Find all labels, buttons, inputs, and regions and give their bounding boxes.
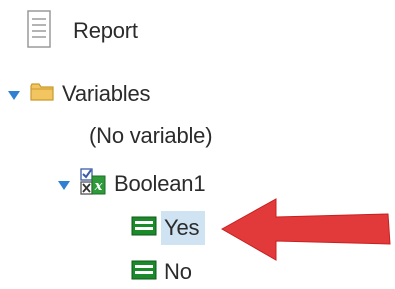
value-icon [131,216,157,241]
tree-node-no-variable[interactable]: (No variable) [89,120,213,152]
tree-node-yes[interactable]: Yes [131,210,206,246]
tree-node-boolean1[interactable]: x Boolean1 [58,166,206,202]
tree-node-label: No [164,259,192,284]
svg-text:x: x [94,179,103,194]
tree-node-report[interactable]: Report [27,9,138,53]
selected-highlight: Yes [161,211,206,245]
red-arrow-icon [218,196,394,269]
expand-arrow-icon[interactable] [8,90,20,100]
boolean-variable-icon: x [80,167,106,201]
tree-node-label: Boolean1 [114,171,206,196]
value-icon [131,260,157,285]
tree-node-label: Variables [62,81,151,106]
tree-node-variables[interactable]: Variables [8,78,150,110]
tree-node-label: Report [73,18,138,43]
folder-icon [30,82,54,107]
tree-node-label: (No variable) [89,123,213,148]
document-icon [27,9,51,53]
expand-arrow-icon[interactable] [58,180,70,190]
tree-node-no[interactable]: No [131,256,192,288]
tree-node-label: Yes [164,215,200,240]
